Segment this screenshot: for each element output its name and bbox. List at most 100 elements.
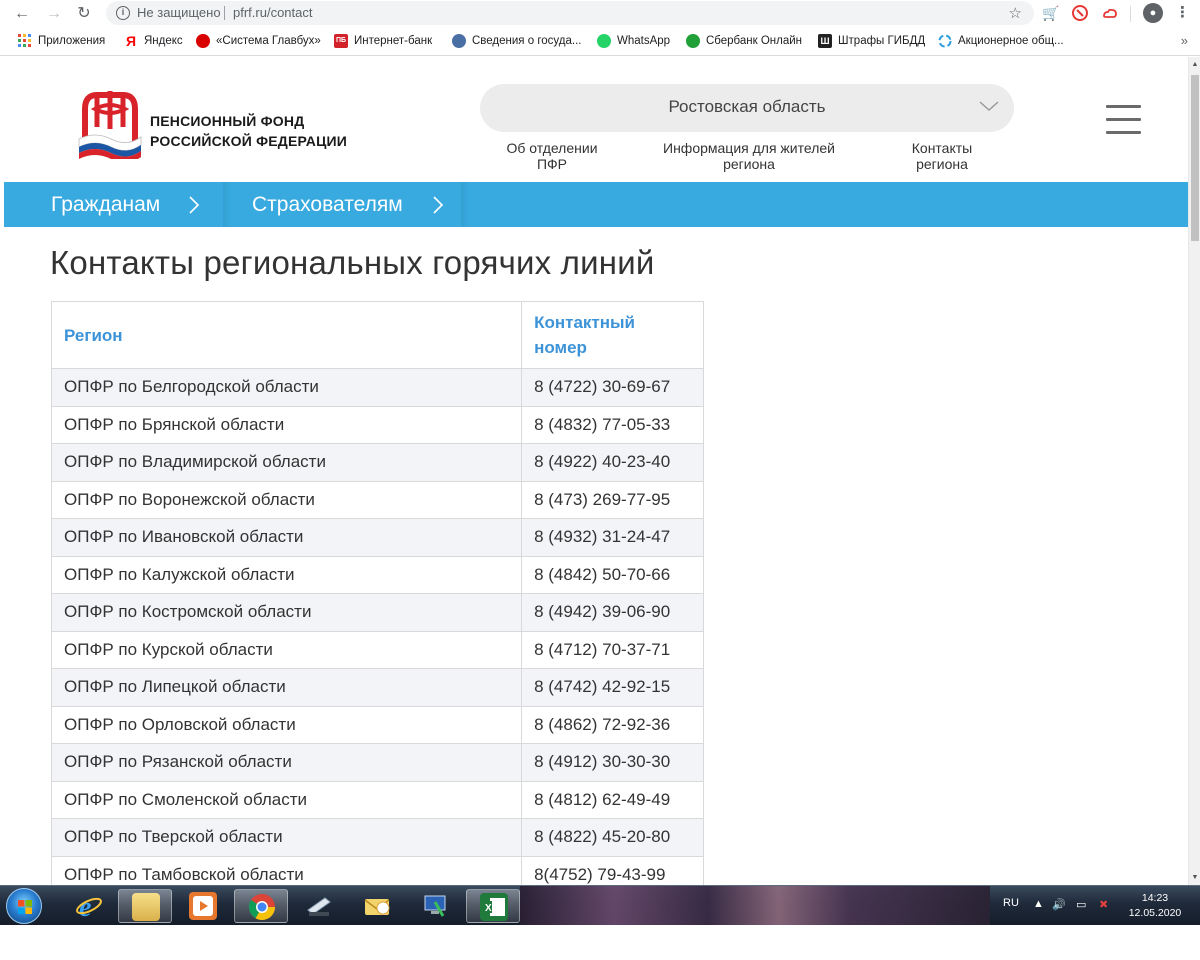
- tab-insurers[interactable]: Страхователям: [252, 182, 462, 227]
- nav-about-branch[interactable]: Об отделении ПФР: [502, 140, 602, 172]
- taskbar-ie[interactable]: e: [62, 889, 116, 923]
- cell-phone[interactable]: 8(4752) 79-43-99: [521, 855, 704, 885]
- address-bar[interactable]: i Не защищено pfrf.ru/contact ☆: [106, 1, 1034, 25]
- cell-phone[interactable]: 8 (4712) 70-37-71: [521, 630, 704, 669]
- page-scrollbar[interactable]: ▲ ▼: [1188, 57, 1200, 885]
- bookmark-glavbukh[interactable]: «Система Главбух»: [196, 34, 321, 48]
- cell-phone[interactable]: 8 (4822) 45-20-80: [521, 818, 704, 857]
- cell-region: ОПФР по Курской области: [50, 630, 523, 669]
- table-row: ОПФР по Белгородской области 8 (4722) 30-…: [50, 368, 704, 407]
- nav-region-contacts[interactable]: Контакты региона: [897, 140, 987, 172]
- cell-phone[interactable]: 8 (473) 269-77-95: [521, 480, 704, 519]
- start-button-icon[interactable]: [6, 888, 42, 924]
- scroll-thumb[interactable]: [1191, 75, 1199, 241]
- hotlines-table-body: ОПФР по Белгородской области 8 (4722) 30-…: [50, 368, 704, 885]
- reload-icon[interactable]: ↻: [74, 4, 94, 24]
- media-player-icon: [189, 892, 217, 920]
- browser-menu-icon[interactable]: ⋮: [1175, 3, 1190, 21]
- explorer-icon: [132, 893, 160, 921]
- emblem-icon: [452, 34, 466, 48]
- brand-name[interactable]: ПЕНСИОННЫЙ ФОНД РОССИЙСКОЙ ФЕДЕРАЦИИ: [150, 111, 347, 151]
- nav-residents-info[interactable]: Информация для жителей региона: [654, 140, 844, 172]
- bookmark-fines[interactable]: Ш Штрафы ГИБДД: [818, 34, 925, 48]
- tab-label: Гражданам: [51, 193, 161, 216]
- clock-time: 14:23: [1141, 892, 1169, 904]
- taskbar-network[interactable]: [408, 889, 462, 923]
- region-selected-value: Ростовская область: [668, 97, 826, 116]
- bookmark-sberbank[interactable]: Сбербанк Онлайн: [686, 34, 802, 48]
- bookmark-apps[interactable]: Приложения: [18, 34, 105, 48]
- table-row: ОПФР по Тамбовской области 8(4752) 79-43-…: [50, 855, 704, 885]
- brand-line-2: РОССИЙСКОЙ ФЕДЕРАЦИИ: [150, 133, 348, 149]
- tray-expand-icon[interactable]: ▲: [1033, 898, 1044, 910]
- bookmark-label: Акционерное общ...: [958, 35, 1064, 47]
- scroll-down-icon[interactable]: ▼: [1189, 874, 1200, 881]
- cell-phone[interactable]: 8 (4942) 39-06-90: [521, 593, 704, 632]
- table-row: ОПФР по Калужской области 8 (4842) 50-70-…: [50, 555, 704, 594]
- back-icon[interactable]: ←: [12, 4, 32, 24]
- taskbar-mail[interactable]: [350, 889, 404, 923]
- bookmark-gos-info[interactable]: Сведения о госуда...: [452, 34, 581, 48]
- network-alert-icon[interactable]: ✖: [1099, 898, 1108, 911]
- table-row: ОПФР по Смоленской области 8 (4812) 62-49…: [50, 780, 704, 819]
- region-select[interactable]: Ростовская область: [480, 84, 1014, 132]
- bookmark-whatsapp[interactable]: WhatsApp: [597, 34, 670, 48]
- cart-extension-icon[interactable]: 🛒: [1042, 4, 1060, 22]
- toolbar-divider: [1130, 6, 1131, 22]
- cell-region: ОПФР по Ивановской области: [50, 518, 523, 557]
- taskbar-excel[interactable]: X: [466, 889, 520, 923]
- cloud-extension-icon[interactable]: [1101, 4, 1119, 22]
- cell-phone[interactable]: 8 (4722) 30-69-67: [521, 368, 704, 407]
- tab-citizens[interactable]: Гражданам: [51, 182, 221, 227]
- hamburger-menu-icon[interactable]: [1106, 105, 1141, 135]
- browser-toolbar: ← → ↻ i Не защищено pfrf.ru/contact ☆ 🛒 …: [0, 0, 1200, 28]
- bookmark-label: Интернет-банк: [354, 35, 433, 47]
- table-row: ОПФР по Костромской области 8 (4942) 39-0…: [50, 593, 704, 632]
- volume-icon[interactable]: 🔊: [1052, 898, 1066, 911]
- blank-area-below-taskbar: [0, 925, 1200, 960]
- display-icon[interactable]: ▭: [1076, 898, 1086, 911]
- bookmark-star-icon[interactable]: ☆: [1009, 4, 1022, 22]
- bookmark-yandex[interactable]: Я Яндекс: [124, 34, 183, 48]
- pfr-logo-icon[interactable]: [75, 87, 145, 163]
- bookmark-label: Штрафы ГИБДД: [838, 35, 926, 47]
- table-header-row: Регион Контактный номер: [50, 301, 704, 369]
- glavbukh-icon: [196, 34, 210, 48]
- bookmarks-more-icon[interactable]: »: [1181, 33, 1188, 48]
- cell-region: ОПФР по Липецкой области: [50, 668, 523, 707]
- bank-icon: ПБ: [334, 34, 348, 48]
- bookmark-internet-bank[interactable]: ПБ Интернет-банк: [334, 34, 432, 48]
- security-label[interactable]: Не защищено: [137, 5, 221, 20]
- bookmark-label: Яндекс: [144, 35, 183, 47]
- cell-phone[interactable]: 8 (4812) 62-49-49: [521, 780, 704, 819]
- red-extension-icon[interactable]: [1071, 4, 1089, 22]
- profile-avatar-icon[interactable]: ●: [1143, 3, 1163, 23]
- info-icon[interactable]: i: [116, 6, 130, 20]
- scroll-up-icon[interactable]: ▲: [1189, 61, 1200, 68]
- cell-region: ОПФР по Владимирской области: [50, 443, 523, 482]
- system-clock[interactable]: 14:23 12.05.2020: [1120, 891, 1190, 921]
- chevron-right-icon: [433, 196, 444, 214]
- nav-line: региона: [723, 156, 775, 172]
- bookmark-label: Сбербанк Онлайн: [706, 35, 803, 47]
- language-indicator[interactable]: RU: [1003, 897, 1019, 909]
- cell-phone[interactable]: 8 (4862) 72-92-36: [521, 705, 704, 744]
- forward-icon[interactable]: →: [44, 4, 64, 24]
- fines-icon: Ш: [818, 34, 832, 48]
- cell-phone[interactable]: 8 (4932) 31-24-47: [521, 518, 704, 557]
- taskbar-scanner[interactable]: [292, 889, 346, 923]
- cell-phone[interactable]: 8 (4912) 30-30-30: [521, 743, 704, 782]
- taskbar-explorer[interactable]: [118, 889, 172, 923]
- taskbar-background-image: [520, 886, 990, 926]
- table-row: ОПФР по Владимирской области 8 (4922) 40-…: [50, 443, 704, 482]
- taskbar-chrome[interactable]: [234, 889, 288, 923]
- cell-phone[interactable]: 8 (4842) 50-70-66: [521, 555, 704, 594]
- bookmark-company[interactable]: Акционерное общ...: [938, 34, 1064, 48]
- cell-phone[interactable]: 8 (4922) 40-23-40: [521, 443, 704, 482]
- url-text[interactable]: pfrf.ru/contact: [233, 5, 312, 20]
- taskbar-media-player[interactable]: [176, 889, 230, 923]
- cell-phone[interactable]: 8 (4742) 42-92-15: [521, 668, 704, 707]
- chrome-icon: [248, 893, 276, 921]
- header-phone-label: Контактный номер: [534, 313, 635, 357]
- cell-phone[interactable]: 8 (4832) 77-05-33: [521, 405, 704, 444]
